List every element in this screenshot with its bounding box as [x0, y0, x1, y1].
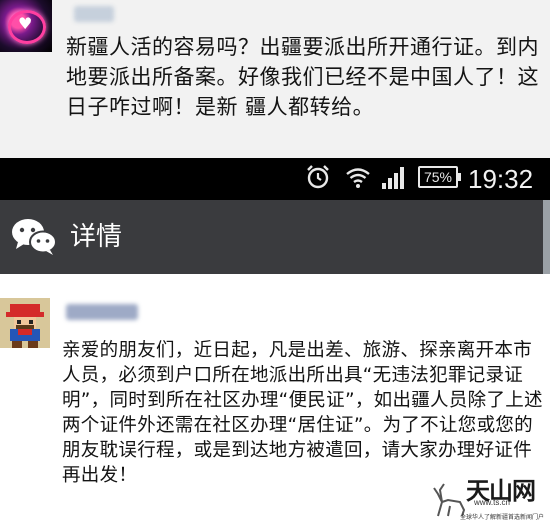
heart-icon: ♥ [18, 14, 33, 33]
battery-indicator: 75% [418, 166, 461, 188]
clock-time: 19:32 [468, 164, 534, 194]
post-text: 亲爱的朋友们，近日起，凡是出差、旅游、探亲离开本市人员，必须到户口所在地派出所出… [62, 340, 543, 486]
alarm-clock-icon [305, 164, 331, 190]
wechat-icon[interactable] [10, 217, 60, 257]
blurred-username [66, 304, 138, 320]
cell-signal-icon [381, 164, 409, 190]
post-text: 新疆人活的容易吗？出疆要派出所开通行证。到内地要派出所备案。好像我们已经不是中国… [66, 35, 539, 119]
wifi-icon [345, 165, 371, 189]
top-post: ♥ 新疆人活的容易吗？出疆要派出所开通行证。到内地要派出所备案。好像我们已经不是… [0, 0, 550, 158]
page-title: 详情 [70, 222, 123, 252]
edge-strip [543, 200, 550, 274]
avatar[interactable]: ♥ [0, 0, 52, 52]
watermark-url: www.ts.cn [474, 498, 511, 507]
app-title-bar: 详情 [0, 200, 550, 274]
avatar[interactable] [0, 298, 50, 348]
watermark-tagline: 全球华人了解新疆首选新闻门户 [460, 514, 545, 521]
blurred-username [74, 6, 114, 22]
phone-status-bar: 75% 19:32 [0, 158, 550, 200]
watermark: 天山网 www.ts.cn 全球华人了解新疆首选新闻门户 [430, 476, 548, 524]
